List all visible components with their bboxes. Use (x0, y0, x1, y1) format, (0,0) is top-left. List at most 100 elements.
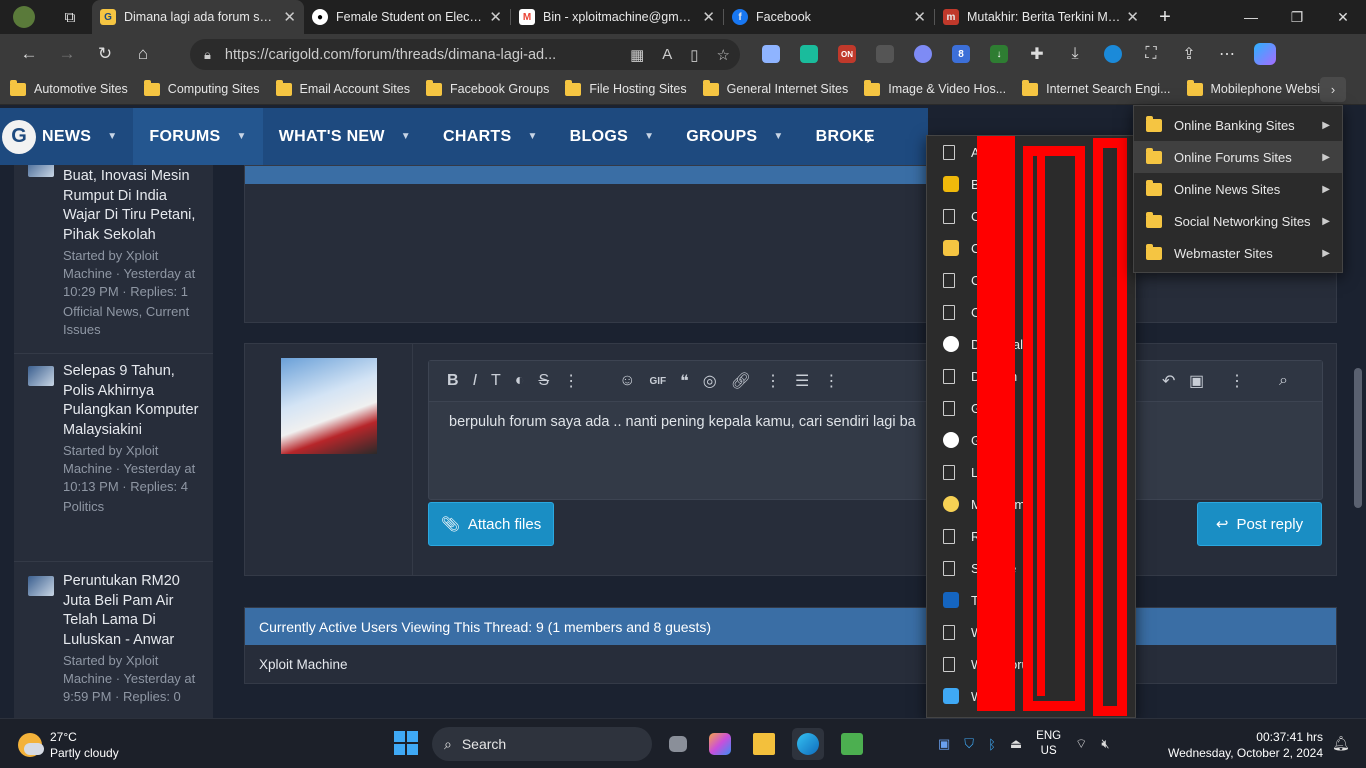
wifi-icon[interactable]: ⌔ (1075, 736, 1087, 752)
caret-down-icon[interactable]: ▼ (527, 131, 537, 142)
emoji-icon[interactable]: ☺ (619, 372, 635, 390)
favorite-star-icon[interactable]: ☆ (717, 46, 730, 64)
thread-forum[interactable]: Politics (63, 498, 203, 516)
close-tab-icon[interactable]: ✕ (489, 8, 502, 26)
bookmark-mobilephone[interactable]: Mobilephone Websi... (1186, 79, 1330, 96)
bookmark-file-hosting[interactable]: File Hosting Sites (565, 79, 687, 96)
tab-facebook[interactable]: f Facebook ✕ (724, 0, 934, 34)
bold-icon[interactable]: B (447, 372, 459, 390)
start-button[interactable] (394, 731, 418, 755)
italic-icon[interactable]: I (473, 372, 477, 390)
tab-gmail[interactable]: M Bin - xploitmachine@gmail.c ✕ (511, 0, 723, 34)
scrollbar-thumb[interactable] (1354, 368, 1362, 508)
menu-button[interactable]: ⋯ (1208, 34, 1246, 74)
extensions-button[interactable]: ✚ (1018, 34, 1056, 74)
screenshot-button[interactable]: ⛶ (1132, 34, 1170, 74)
link-icon[interactable]: 🔗︎ (731, 371, 751, 391)
ext-count[interactable]: 8 (942, 34, 980, 74)
read-aloud-icon[interactable]: A (662, 46, 672, 63)
defender-icon[interactable]: ⛉ (964, 736, 974, 752)
submenu-online-forums[interactable]: Online Forums Sites ▶ (1134, 141, 1342, 173)
close-tab-icon[interactable]: ✕ (1126, 8, 1139, 26)
bookmarks-overflow-button[interactable]: › (1320, 77, 1346, 102)
nav-blogs[interactable]: BLOGS ▼ (554, 108, 671, 165)
share-button[interactable]: ⇪ (1170, 34, 1208, 74)
attach-files-button[interactable]: 📎︎ Attach files (428, 502, 554, 546)
reply-text[interactable]: berpuluh forum saya ada .. nanti pening … (429, 402, 1322, 442)
restore-icon[interactable]: ❐ (1274, 0, 1320, 34)
tab-female-student[interactable]: ● Female Student on Electric M ✕ (304, 0, 510, 34)
caret-down-icon[interactable]: ▼ (107, 131, 117, 142)
more-insert-icon[interactable]: ⋮ (765, 371, 781, 391)
reader-icon[interactable]: ▯ (690, 46, 698, 64)
ext-green[interactable] (790, 34, 828, 74)
save-draft-icon[interactable]: ▣ (1189, 371, 1204, 391)
notifications-bell-icon[interactable]: 🔔︎ (1332, 735, 1350, 752)
caret-down-icon[interactable]: ▼ (237, 131, 247, 142)
downloads-button[interactable]: ⤓ (1056, 34, 1094, 74)
refresh-button[interactable]: ↻ (86, 38, 124, 70)
nav-forums[interactable]: FORUMS ▼ (133, 108, 263, 165)
more-format-icon[interactable]: ⋮ (823, 371, 839, 391)
thread-title[interactable]: Peruntukan RM20 Juta Beli Pam Air Telah … (63, 572, 203, 650)
submenu-online-banking[interactable]: Online Banking Sites ▶ (1134, 109, 1342, 141)
ext-download-green[interactable]: ↓ (980, 34, 1018, 74)
strikethrough-icon[interactable]: S (538, 372, 549, 390)
list-icon[interactable]: ☰ (795, 371, 809, 391)
workspaces-button[interactable]: ⧉ (48, 0, 92, 34)
back-button[interactable]: ← (10, 38, 48, 70)
file-explorer-button[interactable] (748, 728, 780, 760)
nav-scroll-right-icon[interactable]: › (866, 128, 872, 149)
profile-avatar[interactable] (0, 0, 48, 34)
clock[interactable]: 00:37:41 hrs Wednesday, October 2, 2024 (1168, 729, 1323, 761)
ext-search[interactable] (904, 34, 942, 74)
submenu-online-news[interactable]: Online News Sites ▶ (1134, 173, 1342, 205)
more-options-icon[interactable]: ⋮ (563, 371, 579, 391)
home-button[interactable]: ⌂ (124, 38, 162, 70)
nav-news[interactable]: NEWS ▼ (36, 108, 133, 165)
bookmark-facebook-groups[interactable]: Facebook Groups (425, 79, 549, 96)
page-scrollbar[interactable] (1350, 105, 1366, 718)
undo-icon[interactable]: ↶ (1162, 371, 1175, 391)
forward-button[interactable]: → (48, 38, 86, 70)
list-item[interactable]: Peruntukan RM20 Juta Beli Pam Air Telah … (14, 562, 213, 718)
usb-icon[interactable]: ⏏ (1010, 736, 1022, 752)
minimize-icon[interactable]: — (1228, 0, 1274, 34)
new-tab-button[interactable]: + (1147, 0, 1183, 34)
more-draft-icon[interactable]: ⋮ (1229, 371, 1245, 391)
ext-image[interactable] (866, 34, 904, 74)
thread-forum[interactable]: Official News, Current Issues (63, 303, 203, 339)
bookmark-email[interactable]: Email Account Sites (275, 79, 410, 96)
copilot-taskbar-button[interactable] (704, 728, 736, 760)
nav-groups[interactable]: GROUPS ▼ (670, 108, 799, 165)
caret-down-icon[interactable]: ▼ (644, 131, 654, 142)
ext-cursor[interactable] (752, 34, 790, 74)
reply-editor[interactable]: B I T ◐ S ⋮ ☺ GIF ❝ ◎ 🔗︎ ⋮ ☰ ⋮ ↶ ▣ ⋮ ⌕ b… (428, 360, 1323, 500)
submenu-social-networking[interactable]: Social Networking Sites ▶ (1134, 205, 1342, 237)
edge-taskbar-button[interactable] (792, 728, 824, 760)
task-view-button[interactable] (662, 728, 694, 760)
nav-charts[interactable]: CHARTS ▼ (427, 108, 554, 165)
bluetooth-icon[interactable]: ᛒ (988, 737, 996, 752)
apps-icon[interactable]: ▦ (630, 46, 644, 64)
submenu-webmaster[interactable]: Webmaster Sites ▶ (1134, 237, 1342, 269)
bookmark-search-engines[interactable]: Internet Search Engi... (1022, 79, 1171, 96)
edge-button[interactable] (1094, 34, 1132, 74)
copilot-button[interactable] (1246, 34, 1284, 74)
list-item[interactable]: Buat, Inovasi Mesin Rumput Di India Waja… (14, 165, 213, 354)
close-window-icon[interactable]: ✕ (1320, 0, 1366, 34)
caret-down-icon[interactable]: ▼ (773, 131, 783, 142)
spoiler-icon[interactable]: ◎ (703, 371, 717, 391)
preview-icon[interactable]: ⌕ (1279, 372, 1288, 390)
thread-title[interactable]: Buat, Inovasi Mesin Rumput Di India Waja… (63, 167, 203, 245)
active-user-link[interactable]: Xploit Machine (245, 645, 1336, 684)
close-tab-icon[interactable]: ✕ (913, 8, 926, 26)
caret-down-icon[interactable]: ▼ (401, 131, 411, 142)
address-bar[interactable]: 🔒︎ https://carigold.com/forum/threads/di… (190, 39, 740, 70)
close-tab-icon[interactable]: ✕ (283, 8, 296, 26)
tab-mutakhir[interactable]: m Mutakhir: Berita Terkini Mala ✕ (935, 0, 1147, 34)
volume-muted-icon[interactable]: 🔇︎ (1101, 736, 1109, 752)
list-item[interactable]: Selepas 9 Tahun, Polis Akhirnya Pulangka… (14, 354, 213, 562)
taskbar-search[interactable]: ⌕ Search (432, 727, 652, 761)
tab-carigold[interactable]: G Dimana lagi ada forum sepe ✕ (92, 0, 304, 34)
